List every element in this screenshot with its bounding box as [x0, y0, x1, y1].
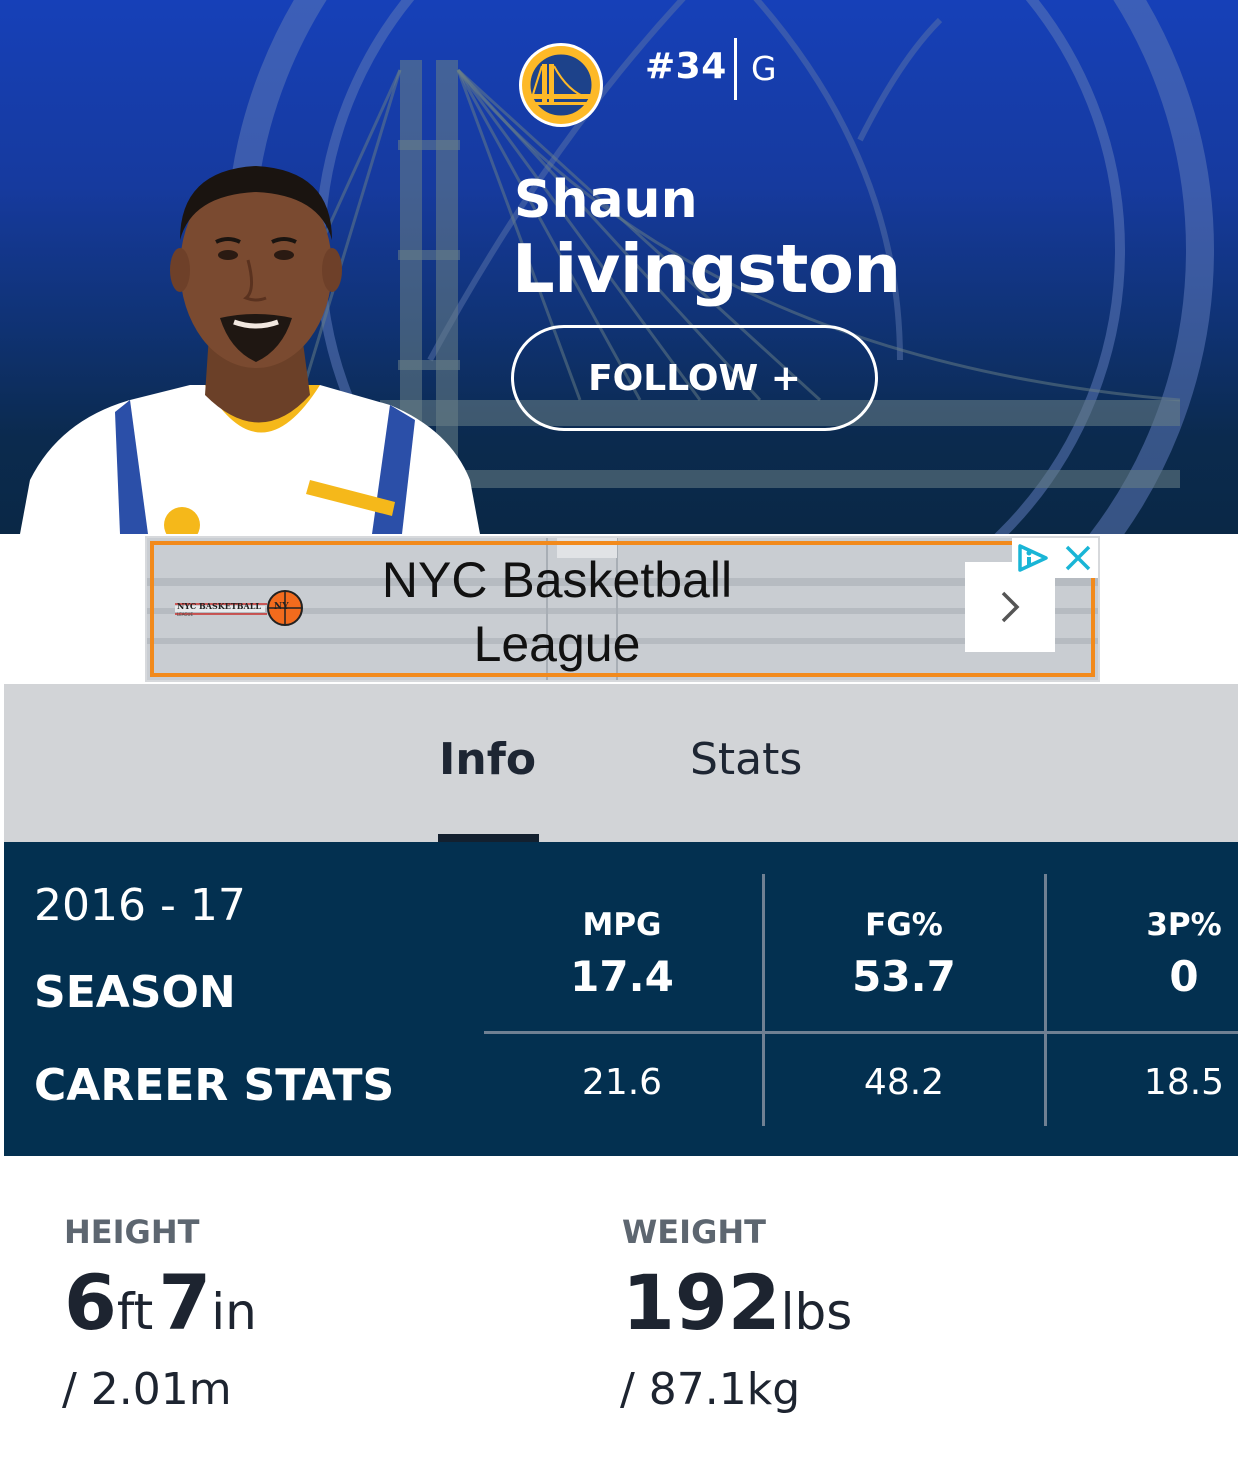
stat-header-3p: 3P% — [1146, 907, 1222, 943]
stat-header-mpg: MPG — [582, 907, 662, 943]
ad-logo-subtext: LEAGUE — [177, 612, 193, 617]
ad-choices-icon[interactable] — [1016, 542, 1050, 574]
height-label: HEIGHT — [64, 1213, 200, 1251]
tab-info[interactable]: Info — [439, 734, 536, 785]
weight-label: WEIGHT — [622, 1213, 766, 1251]
stat-career-3p: 18.5 — [1143, 1062, 1225, 1103]
weight-metric: / 87.1kg — [620, 1364, 801, 1415]
stat-career-mpg: 21.6 — [581, 1062, 663, 1103]
weight-value: 192lbs — [622, 1258, 852, 1347]
active-tab-indicator — [438, 834, 539, 842]
weight-unit: lbs — [780, 1283, 853, 1341]
header-divider — [734, 38, 737, 100]
height-inches-unit: in — [211, 1283, 257, 1341]
player-position: G — [751, 49, 777, 88]
height-feet: 6 — [64, 1258, 117, 1347]
follow-button[interactable]: FOLLOW + — [511, 325, 878, 431]
jersey-number: #34 — [645, 46, 727, 87]
stats-panel: 2016 - 17 SEASON CAREER STATS MPG FG% 3P… — [4, 842, 1238, 1156]
season-label: SEASON — [34, 967, 236, 1018]
weight-number: 192 — [622, 1258, 781, 1347]
height-inches: 7 — [158, 1258, 212, 1347]
player-last-name: Livingston — [512, 230, 901, 308]
ad-close-icon[interactable] — [1062, 544, 1094, 572]
height-metric: / 2.01m — [62, 1364, 232, 1415]
player-first-name: Shaun — [514, 170, 698, 230]
height-value: 6ft 7in — [64, 1258, 257, 1347]
career-stats-label: CAREER STATS — [34, 1060, 395, 1111]
ad-logo-badge: NY — [274, 602, 289, 612]
stat-season-mpg: 17.4 — [570, 952, 674, 1001]
column-divider — [762, 874, 765, 1126]
chevron-right-icon — [1001, 591, 1020, 623]
team-logo-icon — [519, 43, 603, 127]
ad-banner[interactable]: NYC BASKETBALL LEAGUE NY NYC Basketball … — [145, 536, 1100, 682]
height-feet-unit: ft — [116, 1283, 154, 1341]
ad-logo-text: NYC BASKETBALL — [177, 601, 262, 611]
stat-header-fg: FG% — [865, 907, 943, 943]
column-divider — [1044, 874, 1047, 1126]
tab-bar: Info Stats — [4, 684, 1238, 842]
row-divider — [484, 1031, 1238, 1034]
season-year: 2016 - 17 — [34, 880, 246, 931]
ad-title[interactable]: NYC Basketball League — [347, 548, 767, 676]
ad-choices — [1012, 538, 1098, 578]
stat-season-fg: 53.7 — [852, 952, 956, 1001]
tab-stats[interactable]: Stats — [690, 734, 802, 785]
stat-career-fg: 48.2 — [863, 1062, 945, 1103]
stat-season-3p: 0 — [1169, 952, 1199, 1001]
ad-area: NYC BASKETBALL LEAGUE NY NYC Basketball … — [0, 534, 1238, 684]
player-photo — [20, 166, 480, 534]
player-header: #34 G Shaun Livingston FOLLOW + — [0, 0, 1238, 534]
